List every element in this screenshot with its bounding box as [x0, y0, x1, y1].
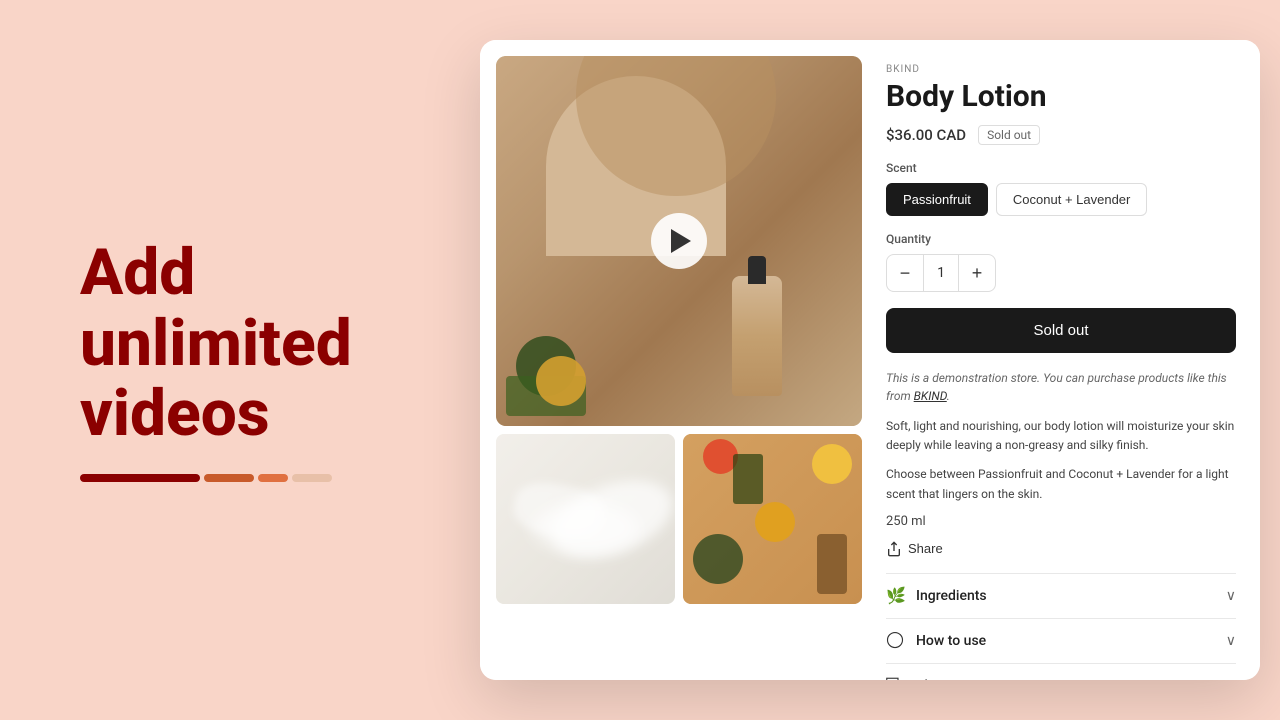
product-bottle — [732, 276, 782, 396]
scent-coconut-lavender[interactable]: Coconut + Lavender — [996, 183, 1147, 216]
left-panel: Add unlimited videos — [0, 178, 460, 541]
sold-out-badge: Sold out — [978, 125, 1040, 145]
play-button[interactable] — [651, 213, 707, 269]
sold-out-button[interactable]: Sold out — [886, 308, 1236, 353]
main-video[interactable] — [496, 56, 862, 426]
accordion-list: 🌿 Ingredients ∨ How to use ∨ — [886, 573, 1236, 680]
product-info: BKIND Body Lotion $36.00 CAD Sold out Sc… — [870, 40, 1260, 680]
scent-label: Scent — [886, 161, 1236, 175]
bkind-link[interactable]: BKIND — [914, 389, 947, 403]
volume-text: 250 ml — [886, 514, 1236, 529]
scent-options: Passionfruit Coconut + Lavender — [886, 183, 1236, 216]
headline: Add unlimited videos — [80, 238, 400, 449]
play-icon — [671, 229, 691, 253]
product-price: $36.00 CAD — [886, 126, 966, 144]
product-title: Body Lotion — [886, 79, 1236, 115]
demo-text: This is a demonstration store. You can p… — [886, 369, 1236, 405]
share-icon — [886, 541, 902, 557]
progress-seg-2 — [204, 474, 254, 482]
how-to-use-chevron: ∨ — [1226, 633, 1236, 649]
fruit-yellow — [536, 356, 586, 406]
ingredients-label: Ingredients — [916, 588, 987, 604]
scent-passionfruit[interactable]: Passionfruit — [886, 183, 988, 216]
quantity-decrease-button[interactable]: − — [887, 255, 923, 291]
shipping-chevron: ∨ — [1226, 678, 1236, 680]
product-images — [480, 40, 870, 680]
progress-seg-1 — [80, 474, 200, 482]
quantity-control: − 1 + — [886, 254, 996, 292]
shipping-label: Shipping — [916, 678, 971, 680]
quantity-value: 1 — [923, 255, 959, 291]
headline-line2: unlimited — [80, 306, 352, 381]
thumbnail-row — [496, 434, 862, 604]
product-card: BKIND Body Lotion $36.00 CAD Sold out Sc… — [480, 40, 1260, 680]
quantity-increase-button[interactable]: + — [959, 255, 995, 291]
progress-seg-3 — [258, 474, 288, 482]
progress-seg-4 — [292, 474, 332, 482]
quantity-label: Quantity — [886, 232, 1236, 246]
price-row: $36.00 CAD Sold out — [886, 125, 1236, 145]
thumbnail-1[interactable] — [496, 434, 675, 604]
progress-bar — [80, 474, 400, 482]
brand-label: BKIND — [886, 64, 1236, 75]
description-1: Soft, light and nourishing, our body lot… — [886, 417, 1236, 455]
how-to-use-icon — [886, 631, 906, 651]
ingredients-chevron: ∨ — [1226, 588, 1236, 604]
accordion-how-to-use[interactable]: How to use ∨ — [886, 618, 1236, 663]
headline-line1: Add — [80, 235, 195, 310]
accordion-shipping[interactable]: Shipping ∨ — [886, 663, 1236, 680]
quantity-section: Quantity − 1 + — [886, 232, 1236, 292]
how-to-use-label: How to use — [916, 633, 986, 649]
share-button[interactable]: Share — [886, 541, 943, 557]
thumbnail-2[interactable] — [683, 434, 862, 604]
description-2: Choose between Passionfruit and Coconut … — [886, 465, 1236, 503]
ingredients-icon: 🌿 — [886, 586, 906, 606]
shipping-icon — [886, 676, 906, 680]
accordion-ingredients[interactable]: 🌿 Ingredients ∨ — [886, 573, 1236, 618]
headline-line3: videos — [80, 376, 270, 451]
